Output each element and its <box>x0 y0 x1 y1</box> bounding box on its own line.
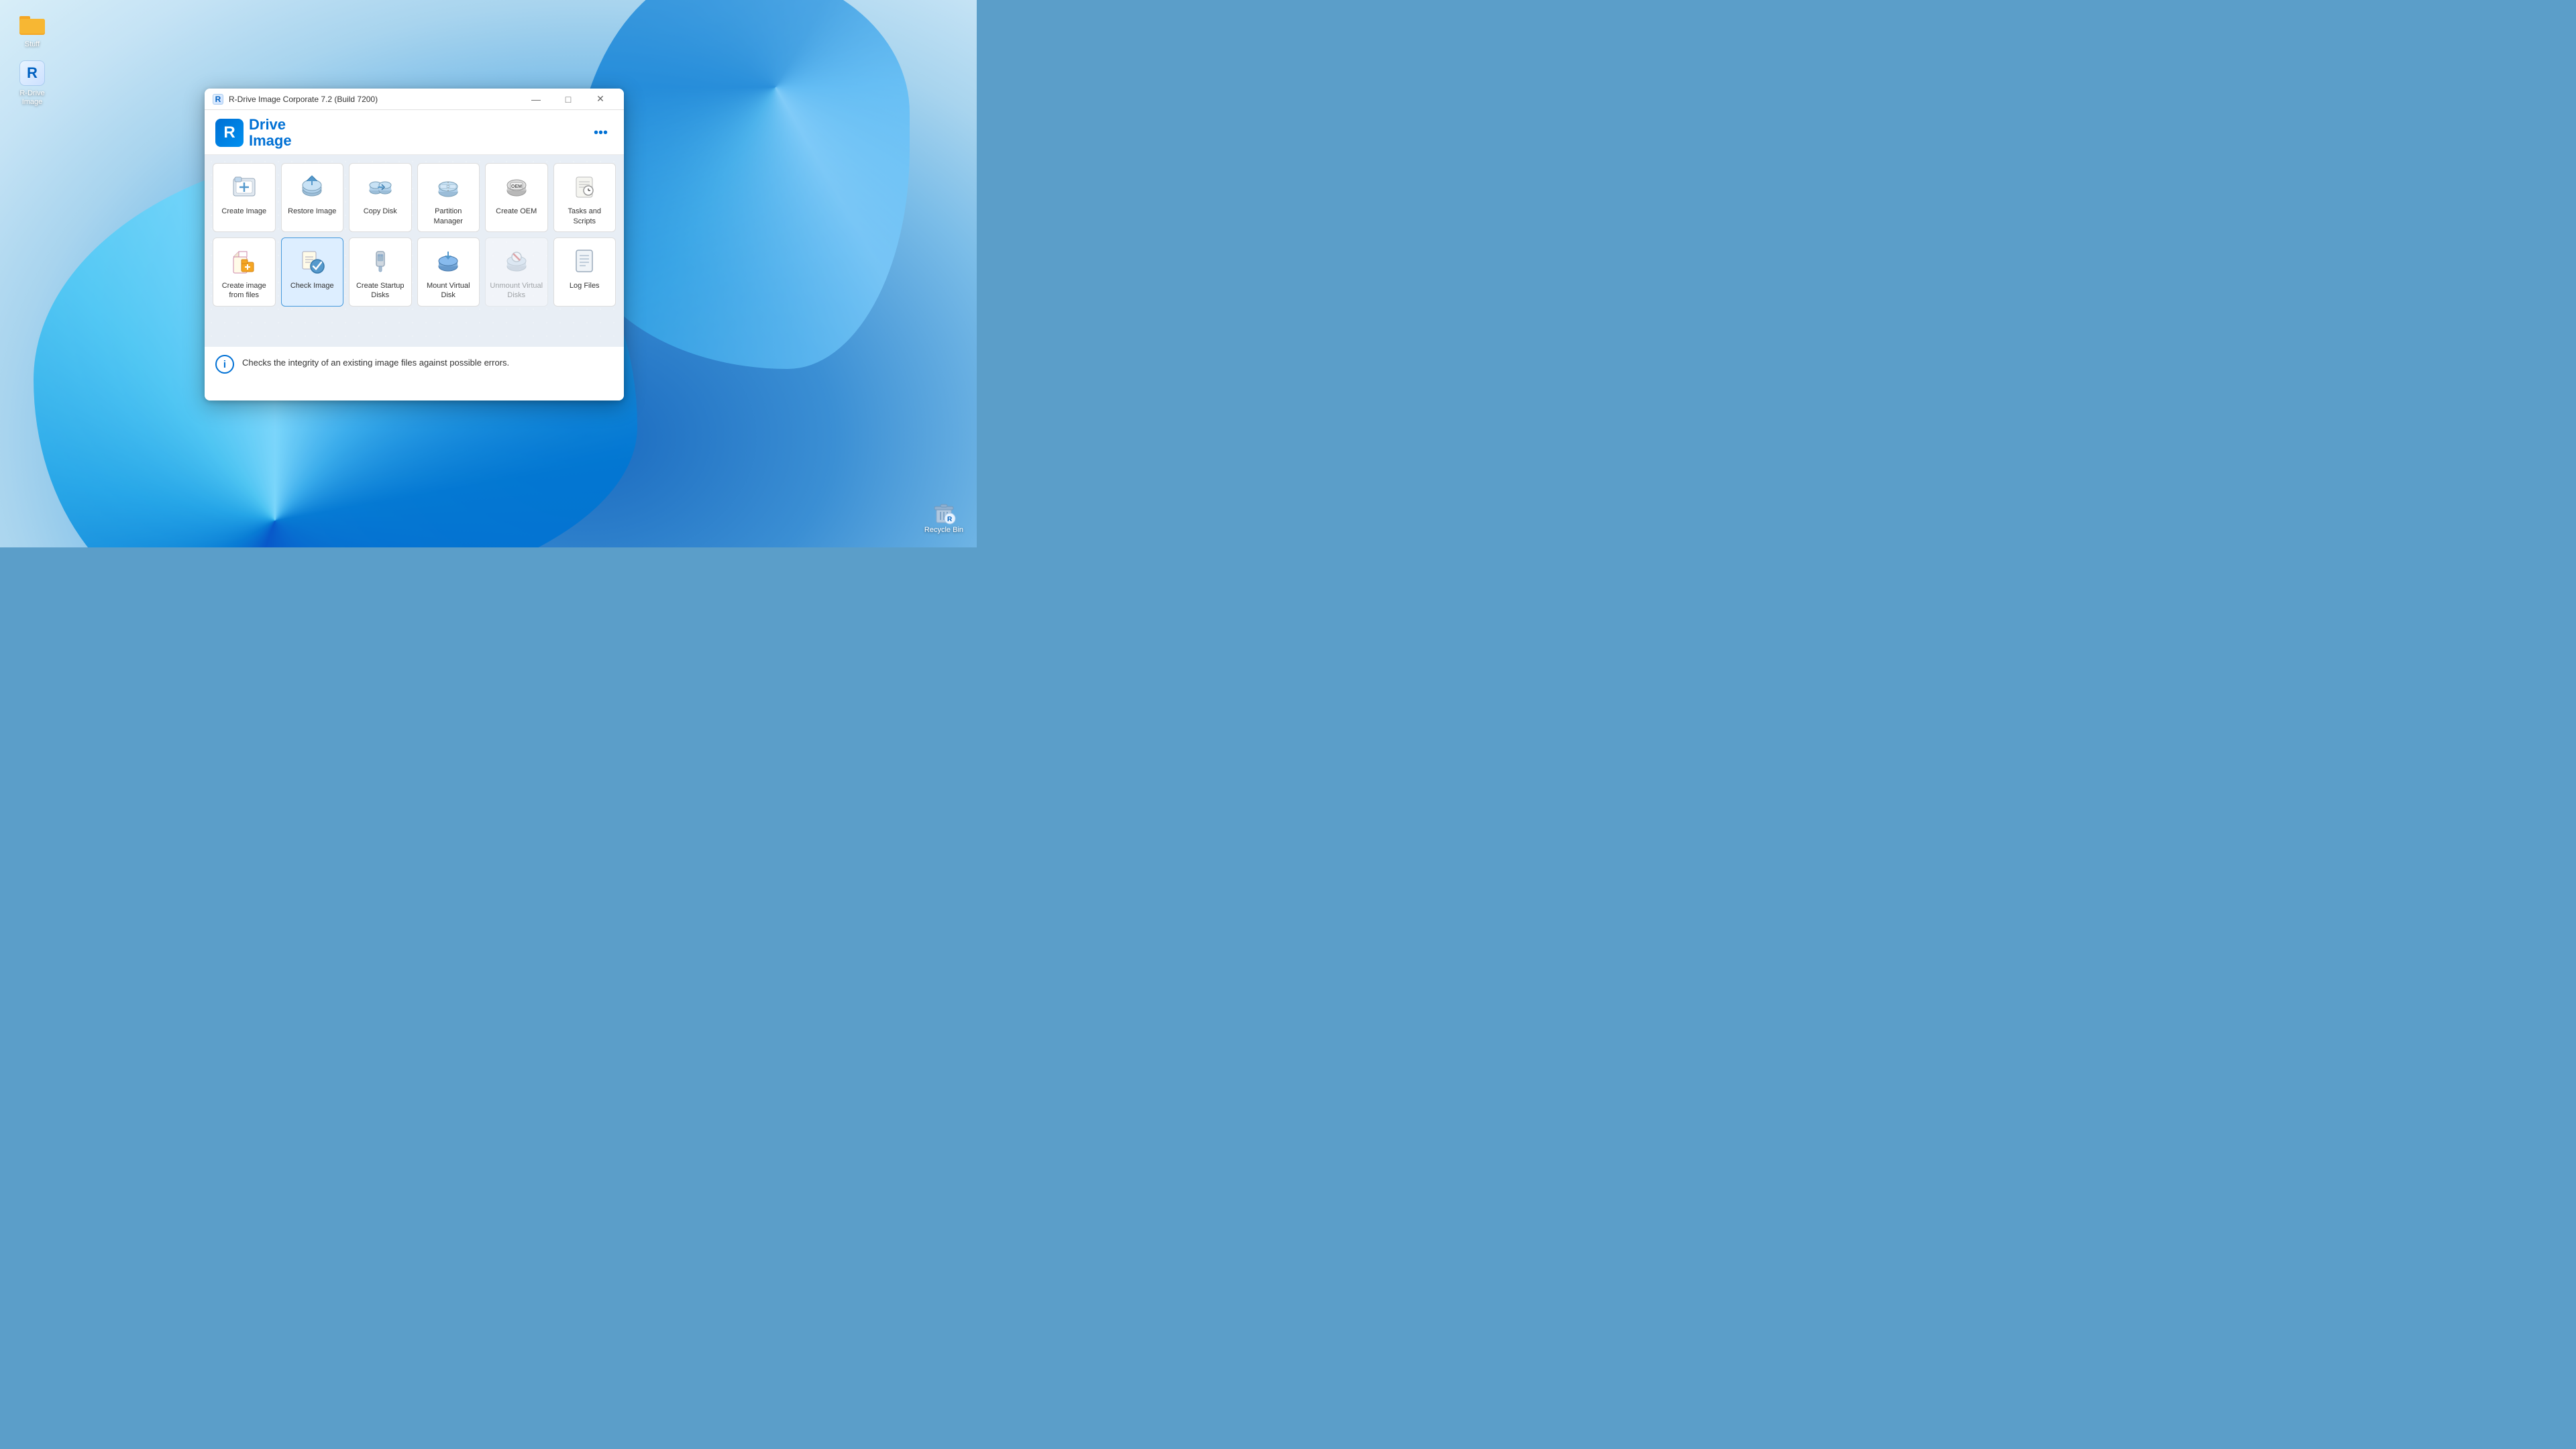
create-image-from-files-label: Create image from files <box>222 281 266 301</box>
check-image-icon <box>296 245 328 277</box>
svg-text:OEM: OEM <box>511 184 522 189</box>
desktop-icon-rdrive[interactable]: R R-Drive Image <box>8 57 56 109</box>
copy-disk-icon <box>364 170 396 203</box>
recycle-bin-label: Recycle Bin <box>924 526 963 534</box>
desktop-icons: Stuff R R-Drive Image <box>0 0 64 118</box>
maximize-button[interactable]: □ <box>553 89 584 109</box>
partition-manager-icon <box>432 170 464 203</box>
app-header: R Drive Image ••• <box>205 110 624 155</box>
copy-disk-button[interactable]: Copy Disk <box>349 163 412 232</box>
create-oem-label: Create OEM <box>496 207 537 216</box>
logo-drive-text: Drive <box>249 117 292 133</box>
copy-disk-label: Copy Disk <box>364 207 397 216</box>
info-bar: i Checks the integrity of an existing im… <box>205 347 624 400</box>
tasks-and-scripts-button[interactable]: Tasks and Scripts <box>553 163 616 232</box>
title-bar-text: R-Drive Image Corporate 7.2 (Build 7200) <box>229 95 521 104</box>
log-files-label: Log Files <box>570 281 600 290</box>
app-window: R R-Drive Image Corporate 7.2 (Build 720… <box>205 89 624 400</box>
create-oem-button[interactable]: OEM Create OEM <box>485 163 548 232</box>
restore-image-icon <box>296 170 328 203</box>
tasks-and-scripts-label: Tasks and Scripts <box>568 207 601 226</box>
check-image-label: Check Image <box>290 281 334 290</box>
grid-row-2: Create image from files Ch <box>213 237 616 307</box>
grid-row-1: Create Image Restore Image <box>213 163 616 232</box>
logo-image-text: Image <box>249 133 292 149</box>
logo-r-letter: R <box>215 119 244 147</box>
mount-virtual-disk-button[interactable]: Mount Virtual Disk <box>417 237 480 307</box>
create-image-button[interactable]: Create Image <box>213 163 276 232</box>
info-text: Checks the integrity of an existing imag… <box>242 355 509 370</box>
check-image-button[interactable]: Check Image <box>281 237 344 307</box>
desktop-icon-rdrive-label: R-Drive Image <box>19 89 44 107</box>
create-startup-disks-label: Create Startup Disks <box>356 281 405 301</box>
recycle-bin[interactable]: R Recycle Bin <box>924 499 963 534</box>
desktop-icon-stuff-label: Stuff <box>25 40 40 49</box>
mount-virtual-disk-label: Mount Virtual Disk <box>427 281 470 301</box>
menu-dots-button[interactable]: ••• <box>588 123 613 144</box>
tasks-and-scripts-icon <box>568 170 600 203</box>
partition-manager-label: Partition Manager <box>434 207 463 226</box>
logo-text: Drive Image <box>249 117 292 149</box>
partition-manager-button[interactable]: Partition Manager <box>417 163 480 232</box>
info-icon: i <box>215 355 234 374</box>
restore-image-button[interactable]: Restore Image <box>281 163 344 232</box>
log-files-button[interactable]: Log Files <box>553 237 616 307</box>
title-bar: R R-Drive Image Corporate 7.2 (Build 720… <box>205 89 624 110</box>
create-image-from-files-icon <box>228 245 260 277</box>
create-image-icon <box>228 170 260 203</box>
app-logo: R Drive Image <box>215 117 292 149</box>
folder-icon <box>19 11 46 38</box>
app-content: Create Image Restore Image <box>205 155 624 347</box>
create-startup-disks-icon <box>364 245 396 277</box>
create-image-label: Create Image <box>221 207 266 216</box>
close-button[interactable]: ✕ <box>585 89 616 109</box>
unmount-virtual-disks-button[interactable]: Unmount Virtual Disks <box>485 237 548 307</box>
title-bar-app-icon: R <box>213 94 223 105</box>
title-bar-controls: — □ ✕ <box>521 89 616 109</box>
desktop-icon-stuff[interactable]: Stuff <box>8 8 56 52</box>
log-files-icon <box>568 245 600 277</box>
recycle-bin-icon: R <box>930 499 957 526</box>
mount-virtual-disk-icon <box>432 245 464 277</box>
unmount-virtual-disks-icon <box>500 245 533 277</box>
restore-image-label: Restore Image <box>288 207 336 216</box>
create-startup-disks-button[interactable]: Create Startup Disks <box>349 237 412 307</box>
minimize-button[interactable]: — <box>521 89 551 109</box>
create-oem-icon: OEM <box>500 170 533 203</box>
svg-text:R: R <box>947 516 953 523</box>
unmount-virtual-disks-label: Unmount Virtual Disks <box>490 281 543 301</box>
rdrive-icon: R <box>19 60 46 87</box>
create-image-from-files-button[interactable]: Create image from files <box>213 237 276 307</box>
